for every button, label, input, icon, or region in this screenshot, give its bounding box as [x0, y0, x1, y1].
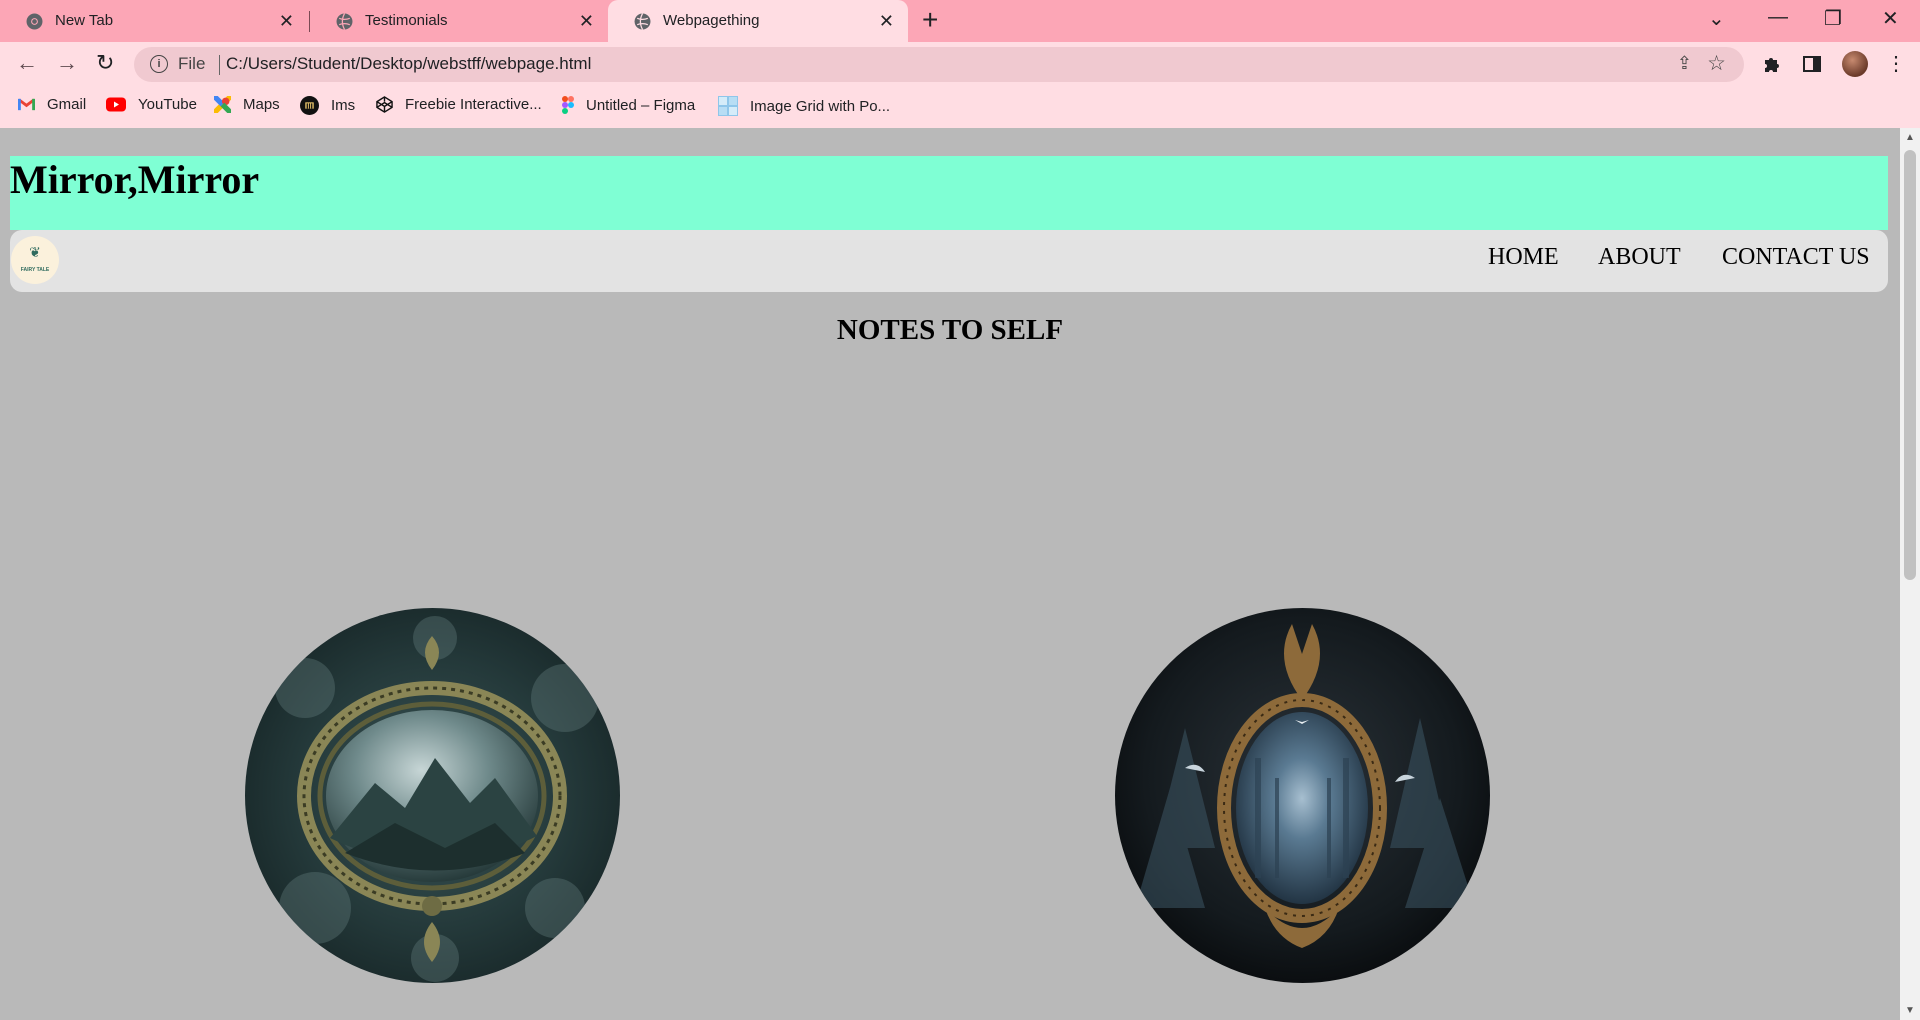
forward-icon[interactable]: →	[56, 50, 78, 76]
bookmark-label: Ims	[331, 97, 356, 114]
site-nav: ❦ FAIRY TALE HOME ABOUT CONTACT US	[10, 230, 1888, 292]
ims-icon	[300, 96, 319, 115]
mirror-image-forest	[1115, 608, 1490, 983]
new-tab-button[interactable]: +	[922, 6, 938, 34]
scrollbar-thumb[interactable]	[1904, 150, 1916, 580]
profile-avatar[interactable]	[1842, 51, 1868, 77]
youtube-icon	[106, 97, 126, 112]
page-viewport: Mirror,Mirror ❦ FAIRY TALE HOME ABOUT CO…	[0, 128, 1900, 1020]
site-header: Mirror,Mirror	[10, 156, 1888, 230]
tab-testimonials[interactable]: Testimonials ✕	[310, 0, 608, 42]
site-info-icon[interactable]: i	[150, 55, 168, 73]
bookmark-image-grid[interactable]: Image Grid with Po...	[718, 96, 890, 116]
scroll-down-icon[interactable]: ▼	[1905, 1005, 1915, 1016]
site-logo[interactable]: ❦ FAIRY TALE	[11, 236, 59, 284]
bookmark-label: Maps	[243, 96, 280, 113]
bookmark-star-icon[interactable]: ☆	[1707, 51, 1726, 76]
browser-toolbar: ← → ↻ i File C:/Users/Student/Desktop/we…	[0, 42, 1920, 88]
extensions-icon[interactable]	[1762, 54, 1782, 74]
bookmark-label: Image Grid with Po...	[750, 97, 891, 115]
reload-icon[interactable]: ↻	[96, 50, 114, 76]
scroll-up-icon[interactable]: ▲	[1905, 132, 1915, 143]
close-tab-icon[interactable]: ✕	[879, 11, 894, 32]
ornate-mirror-image	[245, 608, 620, 983]
bookmark-label: Untitled – Figma	[586, 96, 696, 114]
tab-new-tab[interactable]: New Tab ✕	[0, 0, 308, 42]
address-url[interactable]: C:/Users/Student/Desktop/webstff/webpage…	[226, 54, 591, 74]
restore-icon[interactable]: ❐	[1824, 6, 1842, 31]
bookmark-label: Freebie Interactive...	[405, 96, 542, 113]
bookmark-ims[interactable]: Ims	[300, 96, 355, 115]
figma-icon	[562, 96, 574, 114]
share-icon[interactable]: ⇪	[1677, 53, 1692, 74]
close-tab-icon[interactable]: ✕	[279, 11, 294, 32]
globe-icon	[336, 13, 353, 30]
bookmark-maps[interactable]: Maps	[214, 96, 280, 113]
bookmark-gmail[interactable]: Gmail	[18, 96, 86, 113]
maps-icon	[214, 96, 231, 113]
bookmark-youtube[interactable]: YouTube	[106, 96, 197, 113]
page-scrollbar[interactable]: ▲ ▼	[1900, 128, 1920, 1020]
chrome-icon	[26, 13, 43, 30]
menu-icon[interactable]: ⋮	[1886, 51, 1906, 76]
tab-title: Webpagething	[663, 12, 760, 29]
tab-title: New Tab	[55, 12, 114, 29]
nav-home-link[interactable]: HOME	[1488, 244, 1559, 271]
tab-title: Testimonials	[365, 12, 448, 29]
ornate-mirror-image	[1115, 608, 1490, 983]
section-heading: NOTES TO SELF	[836, 314, 1064, 346]
nav-contact-us-link[interactable]: CONTACT US	[1722, 244, 1870, 271]
tab-webpagething[interactable]: Webpagething ✕	[608, 0, 908, 42]
nav-about-link[interactable]: ABOUT	[1598, 244, 1681, 271]
logo-emblem-icon: ❦	[29, 246, 41, 261]
gmail-icon	[18, 98, 35, 111]
globe-icon	[634, 13, 651, 30]
image-grid-icon	[718, 96, 738, 116]
address-divider	[219, 55, 220, 75]
address-scheme: File	[178, 54, 206, 73]
back-icon[interactable]: ←	[16, 50, 38, 76]
mirror-image-stormy	[245, 608, 620, 983]
bookmark-label: YouTube	[138, 96, 197, 113]
bookmark-label: Gmail	[47, 96, 87, 113]
site-title: Mirror,Mirror	[10, 157, 260, 202]
bookmark-freebie-interactive[interactable]: Freebie Interactive...	[376, 96, 542, 113]
side-panel-icon[interactable]	[1802, 54, 1822, 74]
bookmark-figma[interactable]: Untitled – Figma	[562, 96, 695, 114]
logo-text: FAIRY TALE	[20, 267, 50, 273]
codepen-icon	[376, 96, 393, 113]
tab-search-icon[interactable]: ⌄	[1708, 6, 1725, 31]
browser-tab-strip: New Tab ✕ Testimonials ✕ Webpagething ✕ …	[0, 0, 1920, 42]
address-bar[interactable]: i File C:/Users/Student/Desktop/webstff/…	[134, 47, 1744, 82]
close-tab-icon[interactable]: ✕	[579, 11, 594, 32]
bookmarks-bar: Gmail YouTube Maps Ims Freebie Interacti…	[0, 88, 1920, 128]
close-window-icon[interactable]: ✕	[1882, 6, 1899, 31]
minimize-icon[interactable]: —	[1768, 6, 1788, 29]
